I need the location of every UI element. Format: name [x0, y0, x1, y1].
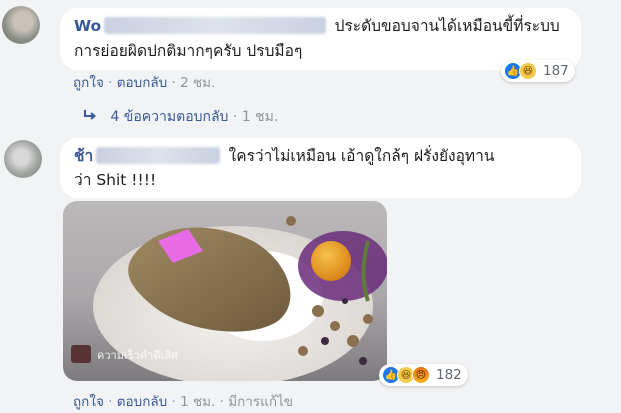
comment-body: ประดับขอบจานได้เหมือนขี้ที่ระบบ: [334, 17, 560, 35]
comment-author[interactable]: ช้า: [74, 147, 229, 165]
reaction-summary[interactable]: 👍 😆 187: [501, 60, 575, 82]
comment-bubble: ช้า ใครว่าไม่เหมือน เอ้าดูใกล้ๆ ฝรั่งยัง…: [60, 138, 581, 198]
like-link[interactable]: ถูกใจ: [73, 394, 104, 410]
commenter-avatar[interactable]: [4, 140, 42, 178]
comment-text-line: ช้า ใครว่าไม่เหมือน เอ้าดูใกล้ๆ ฝรั่งยัง…: [74, 144, 494, 168]
comment-body: การย่อยผิดปกติมากๆครับ ปรบมือๆ: [74, 42, 303, 60]
haha-icon: 😆: [519, 62, 537, 80]
redacted-name: [104, 17, 327, 34]
comment-actions: ถูกใจ · ตอบกลับ · 1 ชม. · มีการแก้ไข: [73, 394, 294, 410]
angry-icon: 😠: [412, 366, 430, 384]
comment-photo[interactable]: ความเร็วคำดีเลิศ: [63, 201, 387, 381]
reply-arrow-icon: [84, 109, 97, 125]
reply-link[interactable]: ตอบกลับ: [117, 75, 167, 91]
comment-time[interactable]: 2 ชม.: [180, 75, 215, 91]
photo-watermark: ความเร็วคำดีเลิศ: [97, 348, 178, 362]
comment-actions: ถูกใจ · ตอบกลับ · 2 ชม.: [73, 75, 216, 91]
comment-body: ว่า Shit !!!!: [74, 171, 157, 189]
reaction-count: 182: [436, 367, 462, 383]
reply-link[interactable]: ตอบกลับ: [117, 394, 167, 410]
view-replies-link[interactable]: 4 ข้อความตอบกลับ · 1 ชม.: [84, 106, 278, 128]
replies-time: 1 ชม.: [241, 109, 279, 125]
comment-bubble: Wo ประดับขอบจานได้เหมือนขี้ที่ระบบ การย่…: [60, 8, 581, 70]
comment-author[interactable]: Wo: [74, 17, 335, 35]
dessert-plate-image: ความเร็วคำดีเลิศ: [71, 216, 387, 381]
edited-label[interactable]: มีการแก้ไข: [228, 394, 293, 410]
commenter-avatar[interactable]: [2, 6, 40, 44]
reaction-count: 187: [543, 63, 569, 79]
reaction-summary[interactable]: 👍 😆 😠 182: [379, 364, 468, 386]
comment-body: ใครว่าไม่เหมือน เอ้าดูใกล้ๆ ฝรั่งยังอุทา…: [228, 147, 495, 165]
comment-time[interactable]: 1 ชม.: [180, 394, 215, 410]
like-link[interactable]: ถูกใจ: [73, 75, 104, 91]
redacted-name: [96, 147, 221, 164]
replies-count-label: 4 ข้อความตอบกลับ: [110, 109, 229, 125]
comment-text-line: Wo ประดับขอบจานได้เหมือนขี้ที่ระบบ: [74, 14, 560, 38]
